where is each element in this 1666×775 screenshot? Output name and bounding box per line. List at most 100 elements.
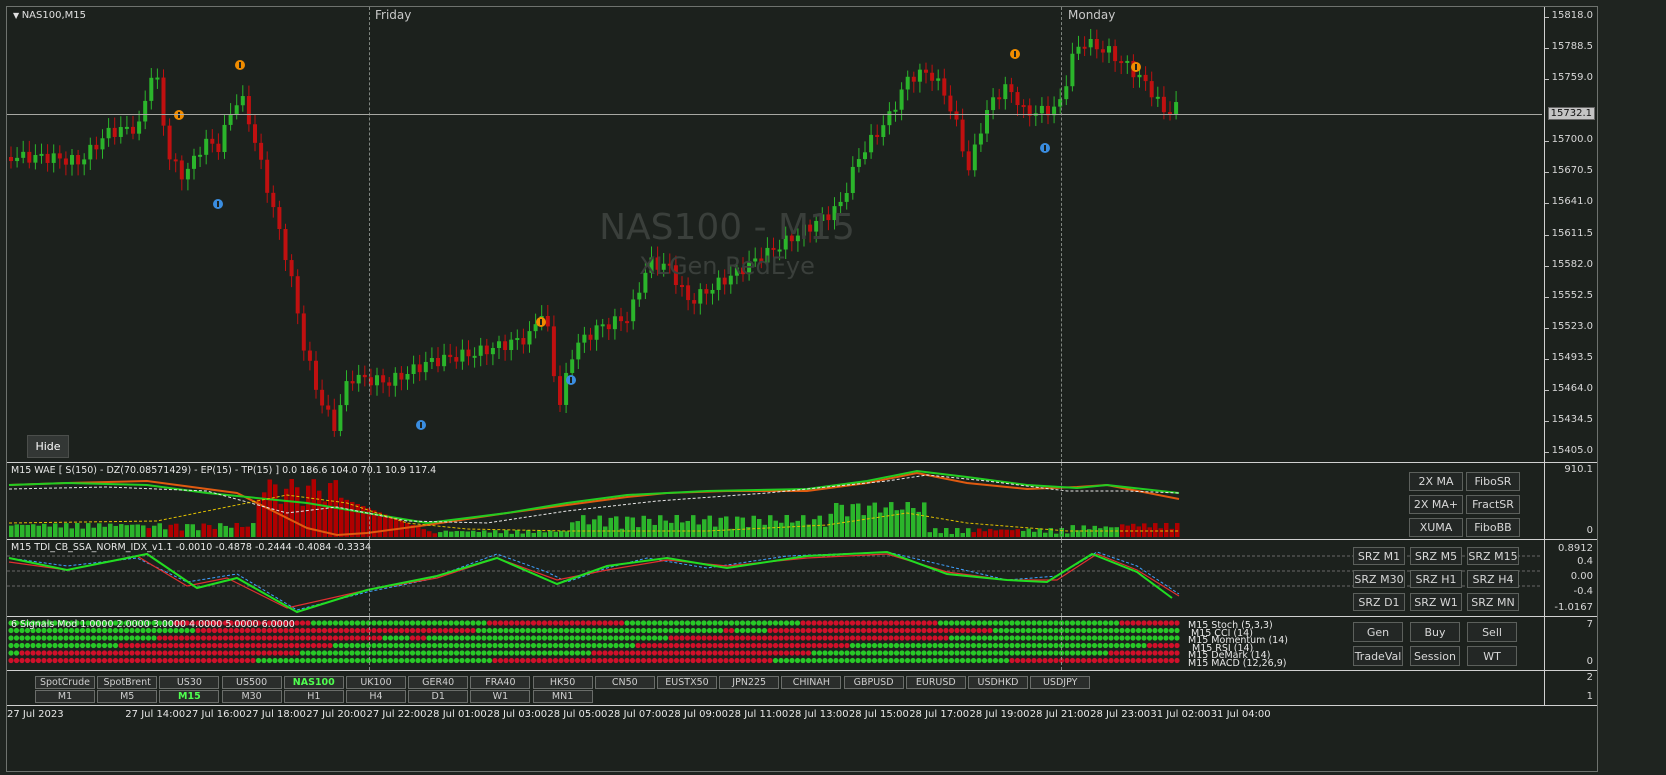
signal-dot <box>464 650 471 656</box>
signal-dot <box>981 620 988 626</box>
timeframe-button-m1[interactable]: M1 <box>35 690 95 703</box>
signal-dot <box>640 650 647 656</box>
fibosr-button[interactable]: FiboSR <box>1466 472 1520 491</box>
day-separator <box>369 617 370 670</box>
wae-bar <box>680 522 685 537</box>
fibobb-button[interactable]: FiboBB <box>1466 518 1520 537</box>
signal-dot <box>200 642 207 649</box>
signal-dot <box>882 627 889 634</box>
srz-m5-button[interactable]: SRZ M5 <box>1410 547 1462 565</box>
signal-dot <box>398 650 405 656</box>
signal-dot <box>360 650 366 656</box>
timeframe-button-mn1[interactable]: MN1 <box>532 690 593 703</box>
candle-body <box>210 138 215 144</box>
candle-body <box>924 69 928 73</box>
symbol-button-uk100[interactable]: UK100 <box>346 676 406 689</box>
xuma-button[interactable]: XUMA <box>1409 518 1463 537</box>
signal-dot <box>932 642 938 649</box>
symbol-button-fra40[interactable]: FRA40 <box>470 676 531 689</box>
signal-dot <box>1025 642 1032 649</box>
wae-indicator-pane[interactable]: M15 WAE [ S(150) - DZ(70.08571429) - EP(… <box>7 462 1597 539</box>
2x-ma-plus-button[interactable]: 2X MA+ <box>1409 495 1463 514</box>
timeframe-button-m5[interactable]: M5 <box>97 690 158 703</box>
signal-dot <box>1168 642 1175 649</box>
tradeval-button[interactable]: TradeVal <box>1353 646 1403 666</box>
symbol-button-usdjpy[interactable]: USDJPY <box>1030 676 1091 689</box>
signal-dot <box>85 642 91 649</box>
srz-h1-button[interactable]: SRZ H1 <box>1410 570 1462 588</box>
gen-button[interactable]: Gen <box>1353 622 1403 642</box>
signal-dot <box>921 627 927 634</box>
wae-bar <box>702 519 707 537</box>
symbol-button-hk50[interactable]: HK50 <box>532 676 593 689</box>
time-axis[interactable]: 27 Jul 2023 27 Jul 14:00 27 Jul 16:00 27 Ju… <box>7 705 1597 726</box>
price-pane[interactable]: ▼ NAS100,M15 Friday Monday NAS100 - M15 … <box>7 7 1597 462</box>
signal-dot <box>1163 642 1169 649</box>
signal-dot <box>734 657 740 664</box>
timeframe-button-d1[interactable]: D1 <box>408 690 469 703</box>
signal-dot <box>899 642 905 649</box>
signal-dot <box>1064 657 1070 664</box>
wt-button[interactable]: WT <box>1467 646 1517 666</box>
timeframe-button-h1[interactable]: H1 <box>283 690 344 703</box>
tdi-indicator-pane[interactable]: M15 TDI_CB_SSA_NORM_IDX_v1.1 -0.0010 -0.… <box>7 539 1597 616</box>
wae-bar <box>966 528 971 537</box>
signal-dot <box>563 642 570 649</box>
srz-mn-button[interactable]: SRZ MN <box>1467 593 1519 611</box>
srz-w1-button[interactable]: SRZ W1 <box>1410 593 1462 611</box>
srz-m30-button[interactable]: SRZ M30 <box>1353 570 1405 588</box>
signals-indicator-pane[interactable]: 6 Signals Mod 1.0000 2.0000 3.0000 4.000… <box>7 616 1597 670</box>
signal-dot <box>140 642 146 649</box>
signal-dot <box>921 650 927 656</box>
timeframe-button-w1[interactable]: W1 <box>470 690 531 703</box>
signal-dot <box>613 635 619 641</box>
srz-m1-button[interactable]: SRZ M1 <box>1353 547 1405 565</box>
signal-dot <box>585 620 592 626</box>
symbol-button-us30[interactable]: US30 <box>159 676 220 689</box>
symbol-button-us500[interactable]: US500 <box>221 676 282 689</box>
signal-dot <box>1141 650 1147 656</box>
srz-m15-button[interactable]: SRZ M15 <box>1467 547 1519 565</box>
timeframe-button-m30[interactable]: M30 <box>221 690 282 703</box>
signal-dot <box>470 635 476 641</box>
2x-ma-button[interactable]: 2X MA <box>1409 472 1463 491</box>
symbol-button-spotcrude[interactable]: SpotCrude <box>35 676 95 689</box>
symbol-button-eustx50[interactable]: EUSTX50 <box>657 676 717 689</box>
sell-button[interactable]: Sell <box>1467 622 1517 642</box>
timeframe-button-m15[interactable]: M15 <box>159 690 220 703</box>
candle-body <box>82 159 87 165</box>
signal-dot <box>1119 642 1125 649</box>
candle-body <box>545 315 550 327</box>
signal-dot <box>552 635 559 641</box>
wae-bar <box>713 526 718 537</box>
signal-dot <box>1091 627 1098 634</box>
signal-dot <box>112 635 119 641</box>
hide-button[interactable]: Hide <box>27 435 69 458</box>
symbol-button-spotbrent[interactable]: SpotBrent <box>97 676 158 689</box>
symbol-button-eurusd[interactable]: EURUSD <box>905 676 966 689</box>
srz-d1-button[interactable]: SRZ D1 <box>1353 593 1405 611</box>
candle-body <box>1100 49 1105 53</box>
signal-dot <box>607 657 614 664</box>
buy-button[interactable]: Buy <box>1410 622 1460 642</box>
signal-dot <box>822 642 828 649</box>
signal-dot <box>745 627 751 634</box>
symbol-button-nas100[interactable]: NAS100 <box>283 676 344 689</box>
signal-dot <box>508 627 515 634</box>
signal-dot <box>19 657 25 664</box>
signal-dot <box>1086 642 1092 649</box>
symbol-button-cn50[interactable]: CN50 <box>594 676 655 689</box>
price-axis[interactable]: 15818.0 15788.5 15759.0 15700.0 15670.5 15641… <box>1544 7 1597 462</box>
symbol-label[interactable]: ▼ NAS100,M15 <box>13 10 86 21</box>
signal-dot <box>882 642 889 649</box>
symbol-button-chinah[interactable]: CHINAH <box>781 676 842 689</box>
fractsr-button[interactable]: FractSR <box>1466 495 1520 514</box>
srz-h4-button[interactable]: SRZ H4 <box>1467 570 1519 588</box>
symbol-button-ger40[interactable]: GER40 <box>408 676 469 689</box>
session-button[interactable]: Session <box>1410 646 1460 666</box>
candle-body <box>51 153 56 163</box>
symbol-button-gbpusd[interactable]: GBPUSD <box>843 676 904 689</box>
symbol-button-jpn225[interactable]: JPN225 <box>719 676 780 689</box>
timeframe-button-h4[interactable]: H4 <box>346 690 406 703</box>
symbol-button-usdhkd[interactable]: USDHKD <box>968 676 1028 689</box>
